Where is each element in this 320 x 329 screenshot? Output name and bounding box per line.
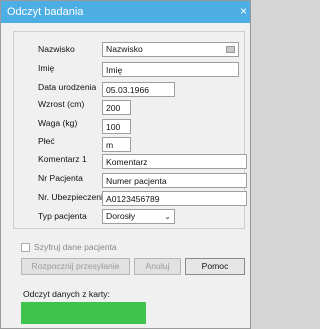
height-field[interactable]	[102, 100, 131, 115]
insurance-number-label: Nr. Ubezpieczenia	[38, 192, 108, 202]
encrypt-checkbox[interactable]	[21, 243, 30, 252]
window-title: Odczyt badania	[7, 6, 84, 18]
weight-label: Waga (kg)	[38, 118, 78, 128]
start-transfer-button[interactable]: Rozpocznij przesyłanie	[21, 258, 130, 275]
sex-field[interactable]	[102, 137, 131, 152]
patient-dialog: Odczyt badania × Nazwisko Nazwisko Imię …	[0, 0, 251, 329]
surname-field[interactable]: Nazwisko	[102, 42, 239, 57]
cancel-button[interactable]: Anuluj	[134, 258, 181, 275]
patient-type-select[interactable]: Dorosły ⌄	[102, 209, 175, 224]
patient-type-value: Dorosły	[106, 211, 136, 221]
comment-field[interactable]	[102, 154, 247, 169]
first-name-label: Imię	[38, 63, 55, 73]
card-read-label: Odczyt danych z karty:	[23, 289, 110, 299]
comment-label: Komentarz 1	[38, 154, 87, 164]
birth-date-field[interactable]	[102, 82, 175, 97]
surname-label: Nazwisko	[38, 44, 75, 54]
title-bar[interactable]: Odczyt badania ×	[1, 1, 250, 23]
sex-label: Płeć	[38, 136, 55, 146]
chevron-down-icon: ⌄	[164, 212, 171, 221]
id-card-icon[interactable]	[226, 46, 235, 53]
close-icon[interactable]: ×	[240, 4, 247, 18]
patient-type-label: Typ pacjenta	[38, 211, 87, 221]
encrypt-label: Szyfruj dane pacjenta	[34, 242, 117, 252]
help-button[interactable]: Pomoc	[185, 258, 245, 275]
height-label: Wzrost (cm)	[38, 99, 85, 109]
patient-number-label: Nr Pacjenta	[38, 173, 83, 183]
insurance-number-field[interactable]	[102, 191, 247, 206]
patient-number-field[interactable]	[102, 173, 247, 188]
surname-value: Nazwisko	[106, 44, 143, 54]
card-read-status-indicator	[21, 302, 146, 324]
birth-date-label: Data urodzenia	[38, 82, 97, 92]
first-name-field[interactable]	[102, 62, 239, 77]
weight-field[interactable]	[102, 119, 131, 134]
